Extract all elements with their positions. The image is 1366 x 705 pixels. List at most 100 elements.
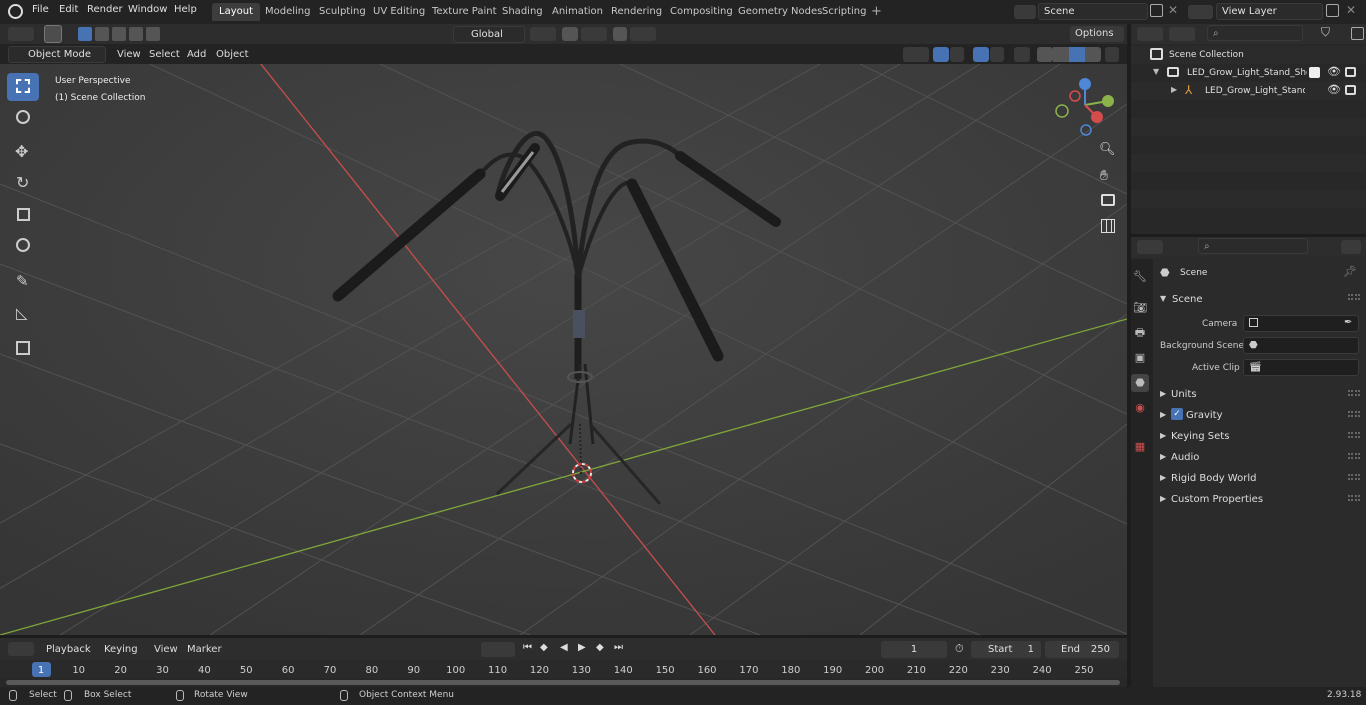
xray-toggle-icon[interactable]: [1014, 47, 1030, 62]
material-preview-shading-icon[interactable]: [1069, 47, 1085, 62]
pin-icon[interactable]: 📌︎: [1343, 265, 1357, 278]
panel-custom-properties[interactable]: Custom Properties: [1171, 494, 1263, 505]
snap-target-icon[interactable]: [581, 27, 607, 41]
panel-rigid-body-world[interactable]: Rigid Body World: [1171, 473, 1256, 484]
select-mode-extend-icon[interactable]: [95, 27, 109, 41]
copy-view-layer-icon[interactable]: [1326, 4, 1339, 17]
proportional-edit-icon[interactable]: [613, 27, 627, 41]
view-layer-field[interactable]: View Layer: [1216, 3, 1323, 20]
tab-modeling[interactable]: Modeling: [258, 3, 318, 21]
tab-texture-paint[interactable]: Texture Paint: [425, 3, 504, 21]
snap-toggle-icon[interactable]: [562, 27, 578, 41]
texture-tab-icon[interactable]: ▦: [1131, 438, 1149, 456]
close-scene-icon[interactable]: ✕: [1168, 3, 1178, 17]
timeline-menu-view[interactable]: View: [154, 644, 178, 655]
select-mode-subtract-icon[interactable]: [112, 27, 126, 41]
playback-dropdown[interactable]: Playback: [40, 641, 96, 658]
timeline-scrollbar[interactable]: [6, 680, 1120, 685]
tool-move[interactable]: ✥: [7, 139, 39, 167]
preview-range-icon[interactable]: ⏱: [955, 642, 964, 656]
auto-keying-toggle[interactable]: [481, 642, 515, 657]
rigid-body-arrow-icon[interactable]: ▶: [1160, 473, 1166, 482]
blender-logo-icon[interactable]: [8, 4, 23, 19]
add-workspace-icon[interactable]: +: [871, 4, 882, 19]
tab-animation[interactable]: Animation: [545, 3, 610, 21]
viewport-menu-add[interactable]: Add: [187, 49, 206, 60]
drag-handle-icon[interactable]: [1348, 390, 1360, 396]
panel-audio[interactable]: Audio: [1171, 452, 1199, 463]
view-layer-icon[interactable]: [1188, 5, 1213, 19]
scene-name-field[interactable]: Scene: [1038, 3, 1148, 20]
camera-view-icon[interactable]: [1101, 194, 1115, 206]
current-frame-field[interactable]: 1: [881, 641, 947, 658]
outliner-row-collection[interactable]: ▼ LED_Grow_Light_Stand_Short 👁︎: [1131, 64, 1366, 82]
drag-handle-icon[interactable]: [1348, 453, 1360, 459]
audio-arrow-icon[interactable]: ▶: [1160, 452, 1166, 461]
overlays-dropdown-icon[interactable]: [990, 47, 1004, 62]
collection-exclude-checkbox[interactable]: [1309, 67, 1320, 78]
scene-tab-icon[interactable]: ⬣: [1131, 374, 1149, 392]
camera-render-icon[interactable]: [1345, 85, 1356, 95]
copy-scene-icon[interactable]: [1150, 4, 1163, 17]
scene-section-header[interactable]: Scene: [1172, 294, 1203, 305]
view-layer-tab-icon[interactable]: ▣: [1131, 349, 1149, 367]
render-tab-icon[interactable]: 📷︎: [1131, 299, 1149, 317]
tab-layout[interactable]: Layout: [212, 3, 260, 21]
expand-arrow-icon[interactable]: ▼: [1153, 67, 1159, 76]
keying-sets-arrow-icon[interactable]: ▶: [1160, 431, 1166, 440]
end-frame-field[interactable]: End 250: [1045, 641, 1119, 658]
tool-measure[interactable]: ◺: [7, 300, 39, 328]
tab-scripting[interactable]: Scripting: [815, 3, 873, 21]
outliner-row-scene-collection[interactable]: Scene Collection: [1131, 46, 1366, 64]
properties-search-input[interactable]: ⌕: [1198, 238, 1308, 254]
viewport-menu-select[interactable]: Select: [149, 49, 180, 60]
drag-handle-icon[interactable]: [1348, 432, 1360, 438]
panel-gravity[interactable]: Gravity: [1186, 410, 1223, 421]
gravity-checkbox[interactable]: ✓: [1171, 408, 1183, 420]
pivot-point-icon[interactable]: [530, 27, 556, 41]
viewport-menu-object[interactable]: Object: [216, 49, 249, 60]
eye-icon[interactable]: 👁︎: [1327, 83, 1341, 96]
overlays-toggle-icon[interactable]: [973, 47, 989, 62]
proportional-falloff-icon[interactable]: [630, 27, 656, 41]
tool-select-box[interactable]: [7, 73, 39, 101]
tool-scale[interactable]: [7, 201, 39, 229]
select-tool-icon[interactable]: [44, 25, 62, 43]
drag-handle-icon[interactable]: [1348, 294, 1360, 300]
tool-transform[interactable]: [7, 232, 39, 260]
jump-end-icon[interactable]: ⏭: [614, 642, 623, 653]
options-button[interactable]: Options: [1070, 26, 1124, 42]
tab-compositing[interactable]: Compositing: [663, 3, 740, 21]
menu-help[interactable]: Help: [174, 4, 197, 15]
outliner-filter-icon[interactable]: ⛉: [1321, 25, 1330, 40]
background-scene-field[interactable]: ⬣: [1243, 337, 1359, 354]
output-tab-icon[interactable]: 🖶︎: [1131, 324, 1149, 342]
tab-shading[interactable]: Shading: [495, 3, 550, 21]
gravity-arrow-icon[interactable]: ▶: [1160, 410, 1166, 419]
camera-field[interactable]: [1243, 315, 1359, 332]
prev-keyframe-icon[interactable]: ◆: [540, 642, 548, 653]
outliner-editor-icon[interactable]: [1137, 27, 1163, 41]
shading-options-icon[interactable]: [1105, 47, 1119, 62]
keying-dropdown[interactable]: Keying: [98, 641, 146, 658]
eye-icon[interactable]: 👁︎: [1327, 65, 1341, 78]
3d-viewport[interactable]: User Perspective (1) Scene Collection ✥ …: [0, 64, 1127, 635]
active-clip-field[interactable]: 🎬︎: [1243, 359, 1359, 376]
close-view-layer-icon[interactable]: ✕: [1346, 3, 1356, 17]
menu-render[interactable]: Render: [87, 4, 123, 15]
solid-shading-icon[interactable]: [1053, 47, 1069, 62]
scene-icon[interactable]: [1014, 5, 1036, 19]
wireframe-shading-icon[interactable]: [1037, 47, 1053, 62]
select-mode-invert-icon[interactable]: [129, 27, 143, 41]
menu-edit[interactable]: Edit: [59, 4, 78, 15]
tool-annotate[interactable]: ✎: [7, 269, 39, 297]
jump-start-icon[interactable]: ⏮: [523, 642, 532, 653]
transform-orientation-dropdown[interactable]: Global: [453, 26, 525, 43]
world-tab-icon[interactable]: ◉: [1131, 399, 1149, 417]
outliner-search-input[interactable]: ⌕: [1207, 25, 1303, 41]
menu-window[interactable]: Window: [128, 4, 167, 15]
panel-keying-sets[interactable]: Keying Sets: [1171, 431, 1229, 442]
tab-rendering[interactable]: Rendering: [604, 3, 669, 21]
tool-rotate[interactable]: ↻: [7, 170, 39, 198]
select-mode-new-icon[interactable]: [78, 27, 92, 41]
